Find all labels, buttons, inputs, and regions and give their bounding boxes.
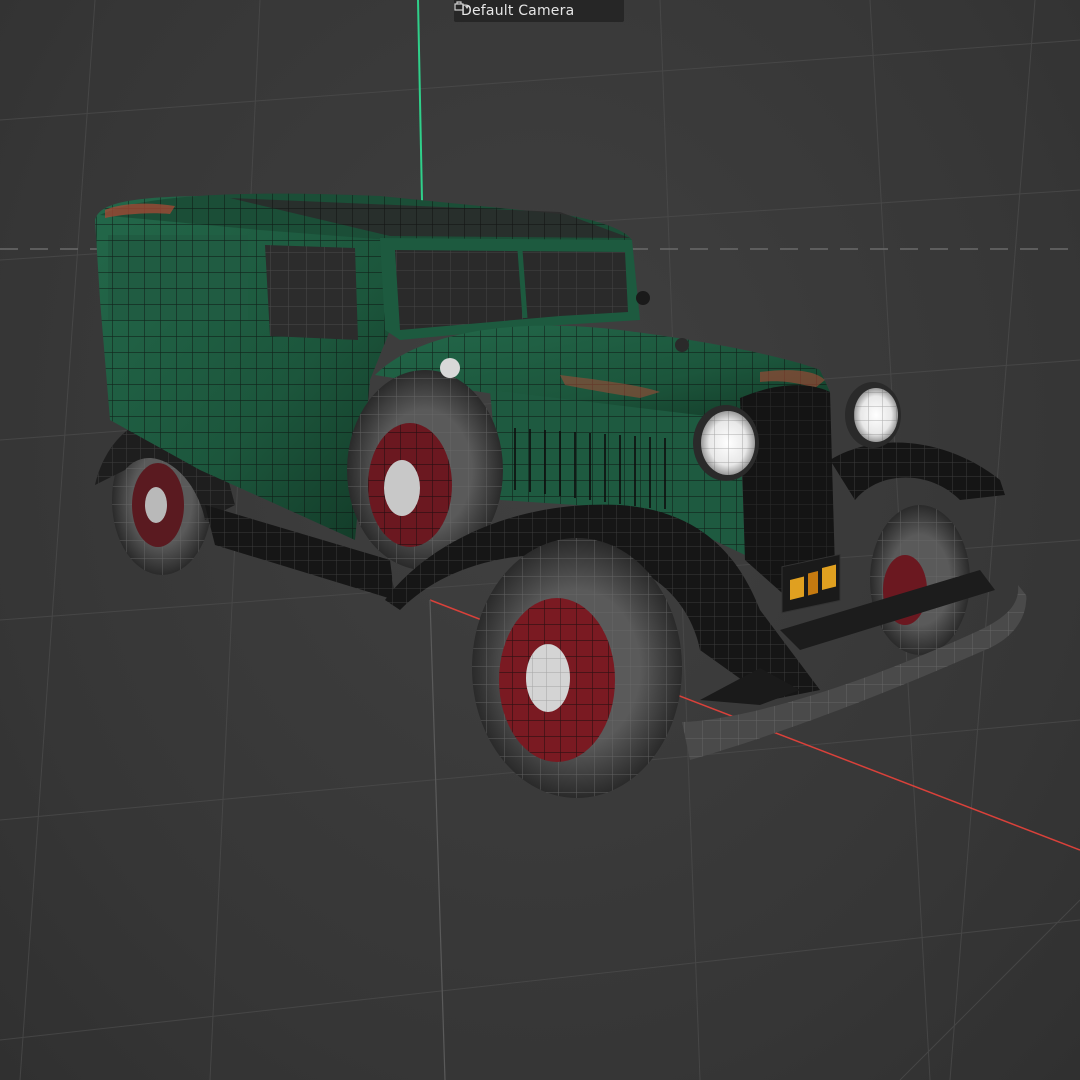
viewport-scene — [0, 0, 1080, 1080]
3d-viewport[interactable]: Default Camera — [0, 0, 1080, 1080]
car-model — [95, 193, 1027, 798]
right-headlamp — [845, 382, 901, 448]
camera-switch-icon[interactable] — [454, 1, 618, 19]
left-headlamp — [693, 405, 759, 481]
camera-label: Default Camera — [461, 3, 575, 19]
camera-selector[interactable]: Default Camera — [454, 0, 625, 22]
near-front-wheel — [472, 538, 682, 798]
